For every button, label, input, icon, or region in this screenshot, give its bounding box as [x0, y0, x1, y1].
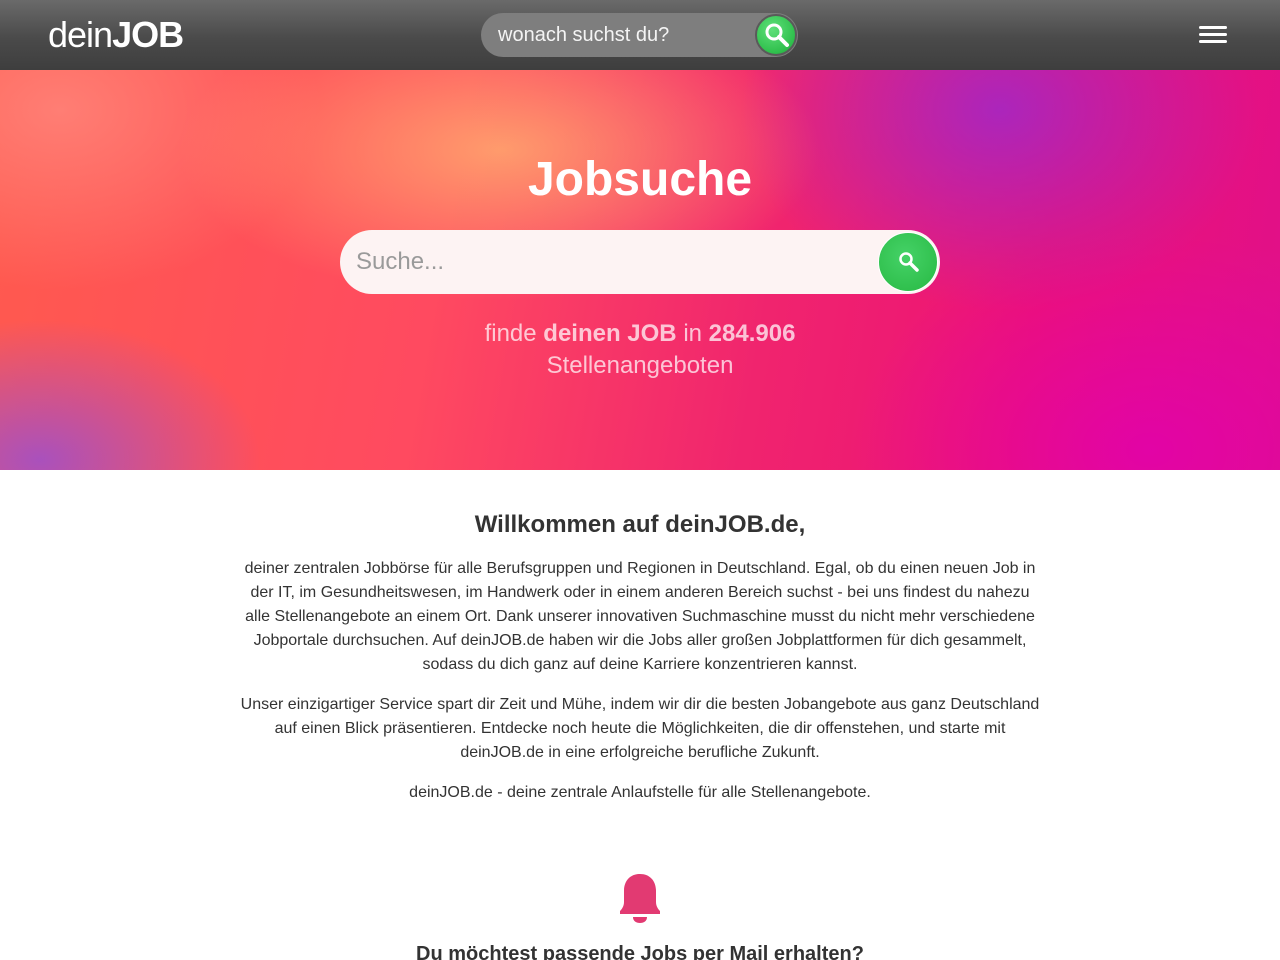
bell-icon [620, 874, 660, 923]
welcome-paragraph-2: Unser einzigartiger Service spart dir Ze… [240, 696, 1040, 761]
site-logo[interactable]: deinJOB [48, 14, 184, 56]
welcome-paragraph-3: deinJOB.de - deine zentrale Anlaufstelle… [409, 784, 871, 801]
job-search-input[interactable] [340, 230, 870, 294]
hero-search-box [340, 230, 940, 294]
header-search-input[interactable] [481, 13, 751, 57]
top-navigation-bar: deinJOB [0, 0, 1280, 70]
hero-banner: Jobsuche finde deinen JOB in 284.906 Ste… [0, 70, 1280, 470]
job-search-button[interactable] [878, 232, 938, 292]
count-prefix: finde [484, 320, 537, 347]
job-count-text: finde deinen JOB in 284.906 Stellenangeb… [0, 318, 1280, 382]
count-middle: in [683, 320, 702, 347]
welcome-title: Willkommen auf deinJOB.de, [474, 511, 806, 538]
job-count-number: 284.906 [708, 320, 796, 347]
logo-text-bold: JOB [112, 14, 184, 55]
count-suffix: Stellenangeboten [546, 352, 734, 379]
hero-title: Jobsuche [527, 153, 753, 206]
count-highlight: deinen JOB [543, 320, 677, 347]
job-alert-title: Du möchtest passende Jobs per Mail erhal… [416, 943, 864, 960]
welcome-paragraph-1: deiner zentralen Jobbörse für alle Beruf… [244, 560, 1036, 673]
header-search-box [481, 13, 798, 57]
search-icon [899, 252, 919, 272]
search-icon [765, 23, 789, 47]
header-search-button[interactable] [755, 14, 797, 56]
menu-icon[interactable] [1199, 24, 1227, 46]
logo-text-light: dein [48, 14, 113, 55]
